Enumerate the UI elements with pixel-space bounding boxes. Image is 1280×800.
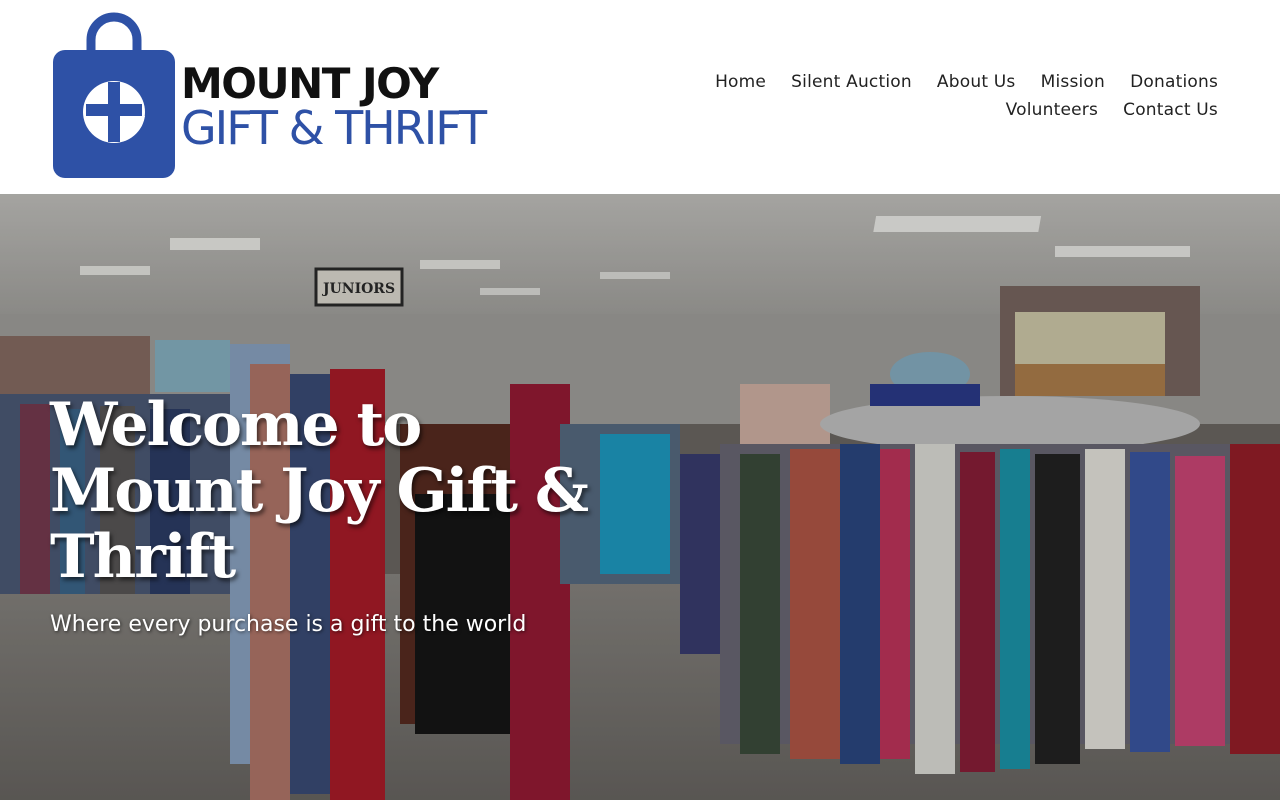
nav-silent-auction[interactable]: Silent Auction bbox=[791, 68, 912, 96]
site-header: MOUNT JOY GIFT & THRIFT Home Silent Auct… bbox=[0, 0, 1280, 194]
nav-about-us[interactable]: About Us bbox=[937, 68, 1016, 96]
hero-subtitle: Where every purchase is a gift to the wo… bbox=[50, 612, 527, 637]
nav-volunteers[interactable]: Volunteers bbox=[1006, 96, 1098, 124]
nav-contact-us[interactable]: Contact Us bbox=[1123, 96, 1218, 124]
logo-name-line1: MOUNT JOY bbox=[181, 59, 439, 108]
nav-home[interactable]: Home bbox=[715, 68, 766, 96]
nav-mission[interactable]: Mission bbox=[1041, 68, 1105, 96]
shopping-bag-cross-icon bbox=[53, 12, 175, 178]
site-logo[interactable]: MOUNT JOY GIFT & THRIFT bbox=[53, 12, 513, 178]
logo-name-line2: GIFT & THRIFT bbox=[181, 101, 487, 155]
main-navigation: Home Silent Auction About Us Mission Don… bbox=[578, 68, 1218, 124]
nav-donations[interactable]: Donations bbox=[1130, 68, 1218, 96]
hero-title: Welcome to Mount Joy Gift & Thrift bbox=[50, 390, 589, 592]
